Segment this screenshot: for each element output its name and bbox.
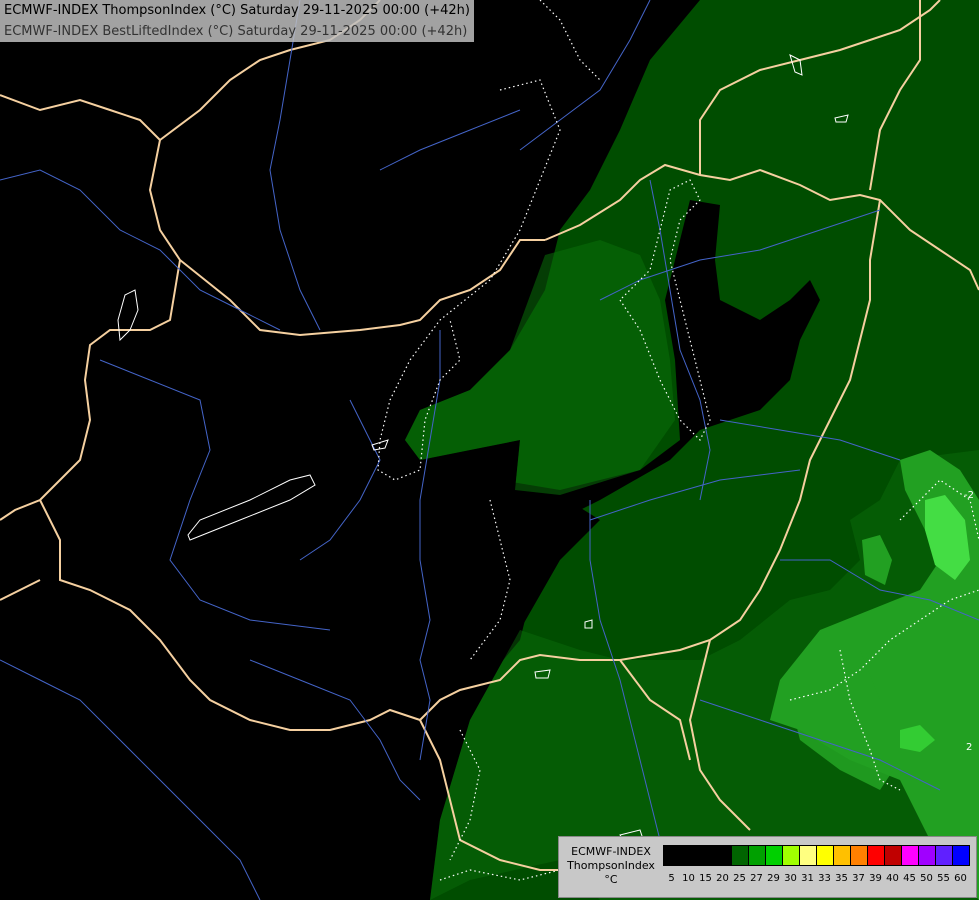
legend-swatch [782,845,800,866]
legend-tick-label: 31 [801,873,814,884]
legend-swatch [765,845,783,866]
title-best-lifted-index: ECMWF-INDEX BestLiftedIndex (°C) Saturda… [4,24,468,39]
legend-tick-label: 45 [903,873,916,884]
legend-tick-label: 55 [937,873,950,884]
legend-tick-label: 20 [716,873,729,884]
legend-swatch [799,845,817,866]
contour-label: -2 [964,490,974,501]
legend-tick-label: 50 [920,873,933,884]
legend-label: ECMWF-INDEX ThompsonIndex °C [563,845,659,887]
legend-ticks: 5 10 15 20 25 27 29 30 31 33 35 37 39 40 45 50 55 60 [663,873,969,887]
legend-tick-label: 30 [784,873,797,884]
legend-swatch [918,845,936,866]
legend-swatch [935,845,953,866]
legend-swatch [680,845,698,866]
legend-swatch [952,845,970,866]
legend-swatch [867,845,885,866]
legend-tick-label: 60 [954,873,967,884]
legend-tick-label: 33 [818,873,831,884]
legend-swatch [833,845,851,866]
legend-swatch [816,845,834,866]
title-thompson-index: ECMWF-INDEX ThompsonIndex (°C) Saturday … [4,3,470,18]
legend-swatch [697,845,715,866]
weather-map: -2 2 [0,0,979,900]
legend-tick-label: 10 [682,873,695,884]
legend-tick-label: 35 [835,873,848,884]
legend-tick-label: 15 [699,873,712,884]
legend-swatch [901,845,919,866]
map-title-box: ECMWF-INDEX ThompsonIndex (°C) Saturday … [0,0,474,42]
legend-swatch [884,845,902,866]
legend-swatch [748,845,766,866]
legend-label-unit: °C [604,873,618,886]
legend-swatches [663,845,970,866]
legend-tick-label: 27 [750,873,763,884]
legend-swatch [663,845,681,866]
legend-tick-label: 25 [733,873,746,884]
legend-swatch [850,845,868,866]
legend-tick-label: 5 [668,873,675,884]
legend-tick-label: 39 [869,873,882,884]
legend-tick-label: 29 [767,873,780,884]
legend-swatch [714,845,732,866]
legend-tick-label: 37 [852,873,865,884]
legend-label-source: ECMWF-INDEX [571,845,651,858]
legend-label-parameter: ThompsonIndex [567,859,655,872]
legend-swatch [731,845,749,866]
contour-label: 2 [966,742,972,753]
legend-tick-label: 40 [886,873,899,884]
color-legend: ECMWF-INDEX ThompsonIndex °C 5 10 15 20 25 27… [558,836,977,898]
